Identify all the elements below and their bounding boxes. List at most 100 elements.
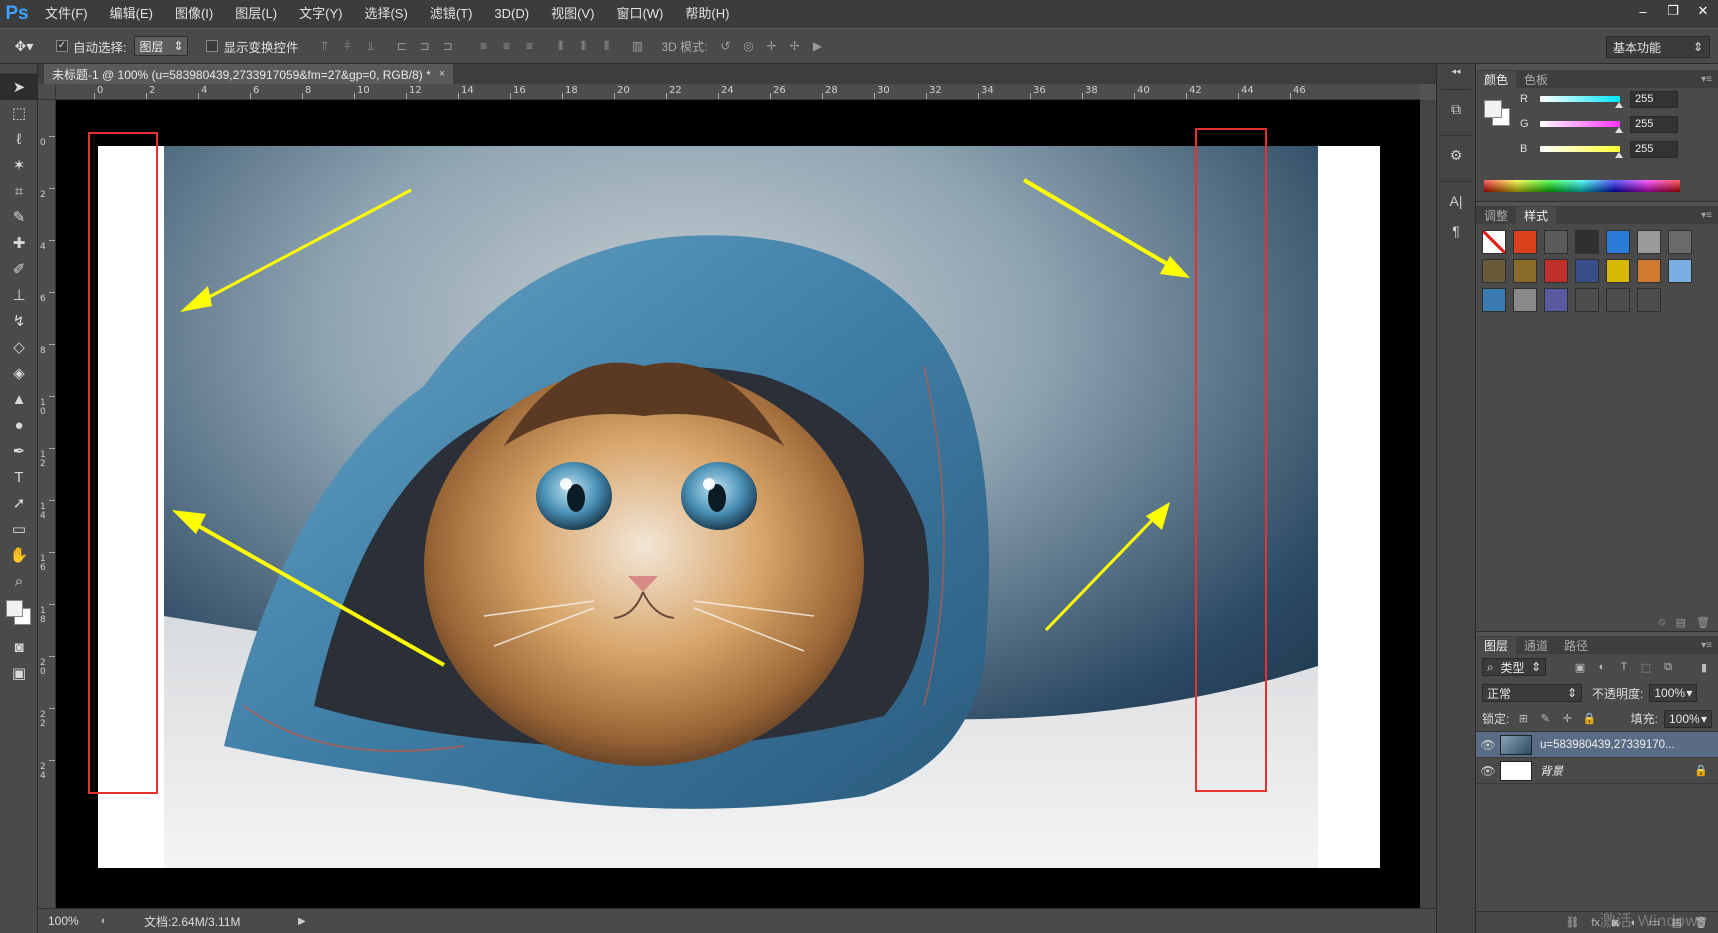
3d-slide-icon[interactable]: ✢ [785,36,805,56]
horizontal-ruler[interactable]: 0 2 4 6 8 10 12 14 16 18 20 22 24 26 28 30 32 34 36 38 40 42 4… [56,84,1420,100]
healing-brush-tool-icon[interactable]: ✚ [0,230,38,256]
menu-type[interactable]: 文字(Y) [288,0,353,28]
distribute-bottom-icon[interactable]: ≡ [520,36,540,56]
menu-edit[interactable]: 编辑(E) [99,0,164,28]
menu-window[interactable]: 窗口(W) [605,0,674,28]
delete-style-icon[interactable]: 🗑 [1696,616,1710,629]
clear-style-icon[interactable]: ⦸ [1658,616,1665,629]
filter-toggle-icon[interactable]: ▮ [1696,659,1712,675]
tab-color[interactable]: 颜色 [1476,71,1517,88]
close-button[interactable]: ✕ [1688,0,1718,22]
fill-input[interactable]: 100% ▾ [1664,709,1712,728]
panel-menu-icon[interactable]: ▾≡ [1701,210,1718,221]
brush-tool-icon[interactable]: ✐ [0,256,38,282]
3d-pan-icon[interactable]: ✛ [762,36,782,56]
layer-style-icon[interactable]: fx [1591,917,1600,929]
style-swatch[interactable] [1575,259,1599,283]
3d-rotate-icon[interactable]: ↺ [716,36,736,56]
clone-stamp-tool-icon[interactable]: ⊥ [0,282,38,308]
align-right-icon[interactable]: ⊐ [438,36,458,56]
menu-filter[interactable]: 滤镜(T) [419,0,484,28]
canvas-vertical-scrollbar[interactable] [1420,100,1436,908]
red-channel-value[interactable]: 255 [1630,90,1678,108]
lock-position-icon[interactable]: ✛ [1559,711,1575,727]
distribute-top-icon[interactable]: ≡ [474,36,494,56]
style-swatch[interactable] [1544,259,1568,283]
menu-3d[interactable]: 3D(D) [483,0,540,28]
eraser-tool-icon[interactable]: ◇ [0,334,38,360]
share-icon[interactable]: ◐ [94,914,114,928]
3d-scale-icon[interactable]: ▶ [808,36,828,56]
quick-mask-icon[interactable]: ◙ [0,634,38,660]
style-swatch[interactable] [1606,288,1630,312]
style-swatch[interactable] [1513,259,1537,283]
distribute-right-icon[interactable]: ⫴ [597,36,617,56]
tools-grip[interactable] [0,64,37,74]
blue-channel-value[interactable]: 255 [1630,140,1678,158]
panel-menu-icon[interactable]: ▾≡ [1701,74,1718,85]
style-swatch[interactable] [1637,230,1661,254]
tab-styles[interactable]: 样式 [1516,207,1557,224]
lasso-tool-icon[interactable]: ℓ [0,126,38,152]
tab-adjustments[interactable]: 调整 [1476,207,1516,224]
status-menu-arrow-icon[interactable]: ▶ [298,916,306,927]
blue-channel-slider[interactable] [1540,146,1623,158]
red-channel-slider[interactable] [1540,96,1623,108]
opacity-input[interactable]: 100% ▾ [1649,684,1698,702]
style-swatch[interactable] [1575,288,1599,312]
layer-row-image[interactable]: 👁 u=583980439,27339170... [1476,732,1718,758]
align-left-icon[interactable]: ⊏ [392,36,412,56]
tab-paths[interactable]: 路径 [1556,637,1596,654]
menu-layer[interactable]: 图层(L) [224,0,288,28]
tab-channels[interactable]: 通道 [1516,637,1556,654]
style-swatch[interactable] [1513,230,1537,254]
path-selection-tool-icon[interactable]: ➚ [0,490,38,516]
workspace-select[interactable]: 基本功能 ⇕ [1606,36,1710,58]
tab-layers[interactable]: 图层 [1476,637,1517,654]
canvas-area[interactable] [56,100,1420,908]
dock-collapse-icon[interactable]: ◂◂ [1437,64,1475,78]
shape-tool-icon[interactable]: ▭ [0,516,38,542]
color-spectrum-bar[interactable] [1484,180,1680,192]
style-swatch[interactable] [1606,259,1630,283]
lock-all-icon[interactable]: 🔒 [1581,711,1597,727]
style-none-swatch[interactable] [1482,230,1506,254]
auto-select-target-select[interactable]: 图层 ⇕ [134,36,189,56]
style-swatch[interactable] [1544,230,1568,254]
style-swatch[interactable] [1637,259,1661,283]
type-tool-icon[interactable]: T [0,464,38,490]
layer-name[interactable]: u=583980439,27339170... [1540,739,1680,751]
magic-wand-tool-icon[interactable]: ✶ [0,152,38,178]
filter-shape-icon[interactable]: ⬚ [1638,659,1654,675]
style-swatch[interactable] [1637,288,1661,312]
menu-help[interactable]: 帮助(H) [674,0,740,28]
filter-adjustment-icon[interactable]: ◐ [1594,659,1610,675]
dodge-tool-icon[interactable]: ● [0,412,38,438]
3d-roll-icon[interactable]: ◎ [739,36,759,56]
vertical-ruler[interactable]: 0 2 4 6 8 1 0 1 2 1 4 1 6 1 8 2 0 2 2 2 4 [38,100,56,908]
link-layers-icon[interactable]: ⛓ [1565,916,1579,929]
align-vcenter-icon[interactable]: ⫩ [338,36,358,56]
distribute-left-icon[interactable]: ⫴ [551,36,571,56]
properties-panel-icon[interactable]: ⚙ [1437,140,1475,170]
style-swatch[interactable] [1482,259,1506,283]
blend-mode-select[interactable]: 正常 ⇕ [1482,684,1582,702]
panel-menu-icon[interactable]: ▾≡ [1701,640,1718,651]
color-foreground-swatch[interactable] [1484,100,1502,118]
blur-tool-icon[interactable]: ▲ [0,386,38,412]
menu-image[interactable]: 图像(I) [164,0,224,28]
paragraph-panel-icon[interactable]: ¶ [1437,216,1475,246]
history-panel-icon[interactable]: ⧉ [1437,94,1475,124]
style-swatch[interactable] [1513,288,1537,312]
menu-view[interactable]: 视图(V) [540,0,605,28]
eyedropper-tool-icon[interactable]: ✎ [0,204,38,230]
style-swatch[interactable] [1668,230,1692,254]
layer-row-background[interactable]: 👁 背景 🔒 [1476,758,1718,784]
menu-file[interactable]: 文件(F) [34,0,99,28]
screen-mode-icon[interactable]: ▣ [0,660,38,686]
style-swatch[interactable] [1668,259,1692,283]
minimize-button[interactable]: – [1628,0,1658,22]
green-channel-slider[interactable] [1540,121,1623,133]
align-bottom-icon[interactable]: ⫫ [361,36,381,56]
zoom-level[interactable]: 100% [38,914,94,928]
